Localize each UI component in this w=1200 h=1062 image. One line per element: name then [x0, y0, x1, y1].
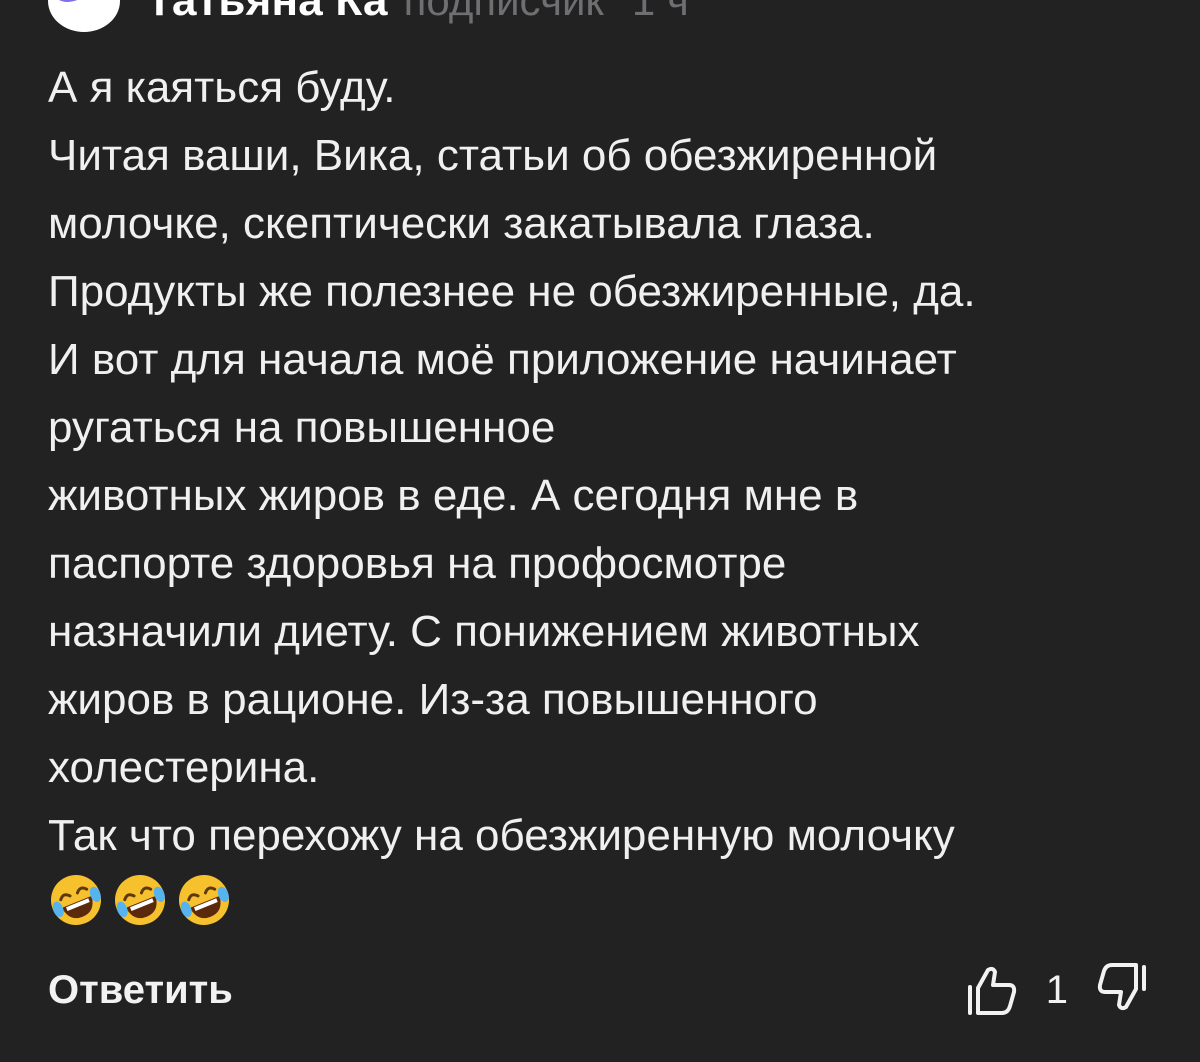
comment-line: паспорте здоровья на профосмотре: [48, 539, 787, 588]
comment-line: животных жиров в еде. А сегодня мне в: [48, 471, 859, 520]
author-name[interactable]: Татьяна Ка: [146, 0, 388, 26]
comment-line: Продукты же полезнее не обезжиренные, да…: [48, 267, 976, 316]
rofl-emoji-icon: [179, 875, 229, 925]
rofl-emoji-icon: [115, 875, 165, 925]
comment-header: Татьяна Ка подписчик 1 ч: [48, 0, 689, 32]
like-count: 1: [1045, 967, 1068, 1012]
rofl-emoji-icon: [51, 875, 101, 925]
comment-line: И вот для начала моё приложение начинает: [48, 335, 957, 384]
comment-time: 1 ч: [631, 0, 689, 24]
comment-line: А я каяться буду.: [48, 63, 396, 112]
emoji-row: [48, 872, 232, 928]
comment-actions: Ответить 1: [48, 960, 1152, 1020]
comment-line: молочке, скептически закатывала глаза.: [48, 199, 875, 248]
comment-line: ругаться на повышенное: [48, 403, 556, 452]
comment-line: Так что перехожу на обезжиренную молочку: [48, 811, 955, 860]
comment-line: жиров в рационе. Из-за повышенного: [48, 675, 818, 724]
thumbs-down-icon[interactable]: [1094, 961, 1152, 1019]
thumbs-up-icon[interactable]: [964, 961, 1022, 1019]
comment-line: Читая ваши, Вика, статьи об обезжиренной: [48, 131, 938, 180]
avatar[interactable]: [48, 0, 120, 32]
reply-button[interactable]: Ответить: [48, 968, 233, 1013]
author-role: подписчик: [403, 0, 604, 24]
comment-text: А я каяться буду. Читая ваши, Вика, стат…: [48, 54, 1168, 870]
comment-line: назначили диету. С понижением животных: [48, 607, 920, 656]
comment-line: холестерина.: [48, 743, 320, 792]
